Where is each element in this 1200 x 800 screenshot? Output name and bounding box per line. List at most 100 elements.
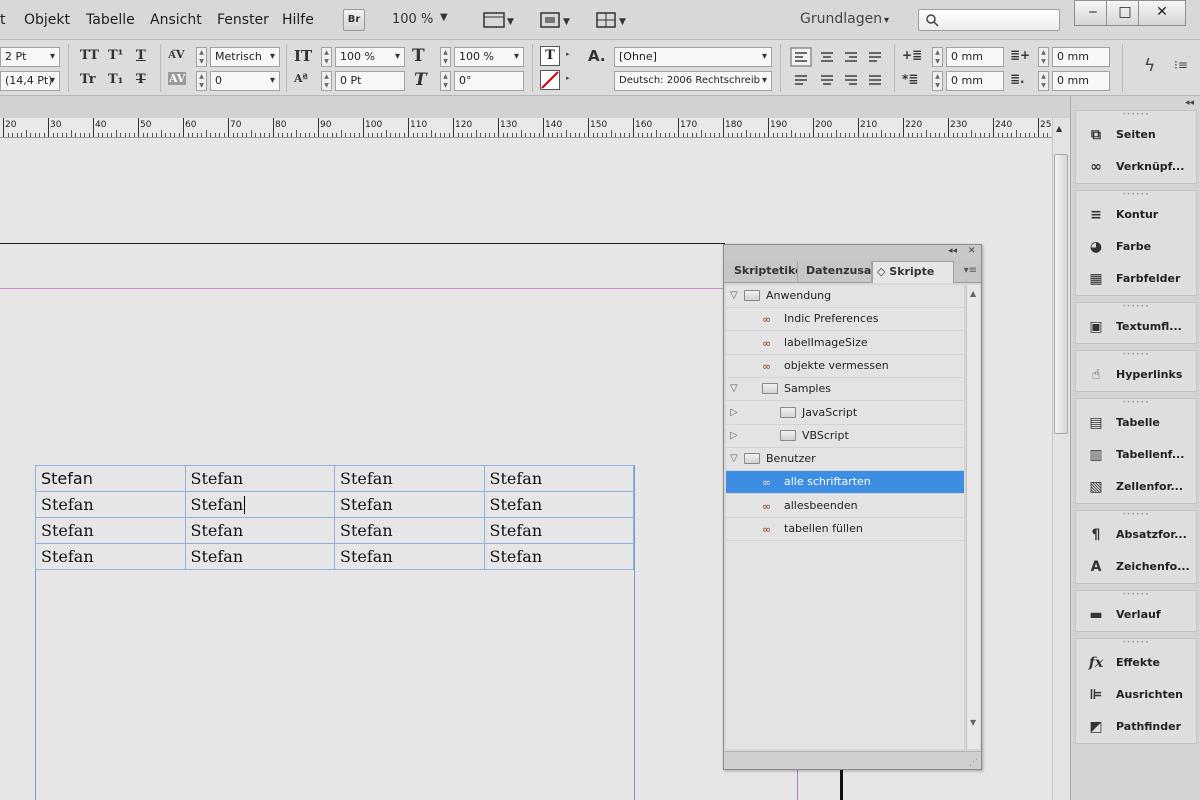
baseline-shift-field[interactable]: 0 Pt xyxy=(335,71,405,91)
menu-item-objekt[interactable]: Objekt xyxy=(24,12,70,28)
script-row[interactable]: ∞ objekte vermessen xyxy=(726,354,964,378)
first-line-indent-field[interactable]: 0 mm xyxy=(946,71,1004,91)
table-row[interactable]: Stefan Stefan Stefan Stefan xyxy=(35,491,634,518)
dock-item-swatches[interactable]: ▦ Farbfelder xyxy=(1076,263,1196,295)
stroke-arrow-icon[interactable]: ▸ xyxy=(566,74,570,82)
scrollbar-thumb[interactable] xyxy=(1054,154,1068,434)
table-cell[interactable]: Stefan xyxy=(483,491,634,518)
folder-row[interactable]: ▽ Benutzer xyxy=(726,448,964,472)
table-cell[interactable]: Stefan xyxy=(184,517,335,544)
script-row[interactable]: ∞ Indic Preferences xyxy=(726,308,964,332)
menu-item-tabelle[interactable]: Tabelle xyxy=(86,12,135,28)
all-caps-icon[interactable]: TT xyxy=(80,48,99,63)
tab-skriptetikett[interactable]: Skriptetiket xyxy=(726,261,798,283)
horizontal-scale-field[interactable]: 100 % xyxy=(454,47,524,67)
resize-grip-icon[interactable]: ⋰ xyxy=(969,758,978,768)
tracking-field[interactable]: 0 xyxy=(210,71,280,91)
dock-item-gradient[interactable]: ▬ Verlauf xyxy=(1076,599,1196,631)
table-cell[interactable]: Stefan xyxy=(483,465,634,492)
table-cell[interactable]: Stefan xyxy=(334,491,485,518)
font-size-field[interactable]: 2 Pt xyxy=(0,47,60,67)
left-indent-stepper[interactable]: ▲ ▼ xyxy=(932,47,943,67)
folder-row[interactable]: ▷ JavaScript xyxy=(726,401,964,425)
small-caps-icon[interactable]: Tr xyxy=(80,72,96,87)
group-grip[interactable]: •••••• xyxy=(1076,191,1196,199)
panel-menu-icon[interactable]: ⁝≡ xyxy=(1174,58,1188,72)
table-cell[interactable]: Stefan xyxy=(184,491,335,518)
table-cell[interactable]: Stefan xyxy=(35,517,186,544)
text-fill-icon[interactable]: T xyxy=(540,46,560,66)
scroll-up-icon[interactable]: ▲ xyxy=(1056,124,1062,133)
baseline-stepper[interactable]: ▲ ▼ xyxy=(321,71,332,91)
table-cell[interactable]: Stefan xyxy=(334,517,485,544)
space-before-field[interactable]: 0 mm xyxy=(1052,47,1110,67)
folder-row[interactable]: ▷ VBScript xyxy=(726,424,964,448)
folder-row[interactable]: ▽ Samples xyxy=(726,378,964,402)
tab-datenzusammenfuehrung[interactable]: Datenzusam xyxy=(798,261,872,283)
arrange-documents-button[interactable]: ▼ xyxy=(594,9,628,31)
group-grip[interactable]: •••••• xyxy=(1076,591,1196,599)
group-grip[interactable]: •••••• xyxy=(1076,511,1196,519)
table-cell[interactable]: Stefan xyxy=(334,465,485,492)
menu-item-partial[interactable]: t xyxy=(0,12,6,28)
search-field[interactable] xyxy=(918,9,1060,31)
horizontal-ruler[interactable]: 20 30 40 50 60 70 80 90 100 110 120 130 140 150 160 170… xyxy=(0,118,1055,138)
leading-field[interactable]: (14,4 Pt) xyxy=(0,71,60,91)
language-dropdown[interactable]: Deutsch: 2006 Rechtschreib xyxy=(614,71,772,91)
table-cell[interactable]: Stefan xyxy=(483,517,634,544)
dock-item-text-wrap[interactable]: ▣ Textumfl... xyxy=(1076,311,1196,343)
table-cell[interactable]: Stefan xyxy=(35,465,186,492)
script-row[interactable]: ∞ tabellen füllen xyxy=(726,518,964,541)
horizontal-scale-stepper[interactable]: ▲ ▼ xyxy=(440,47,451,67)
scripts-panel[interactable]: ◂◂ ✕ Skriptetiket Datenzusam ◇ Skripte ▾… xyxy=(723,244,982,770)
panel-menu-icon[interactable]: ▾≡ xyxy=(964,265,977,276)
dock-item-align[interactable]: ⊫ Ausrichten xyxy=(1076,679,1196,711)
space-before-stepper[interactable]: ▲ ▼ xyxy=(1038,47,1049,67)
fill-arrow-icon[interactable]: ▸ xyxy=(566,50,570,58)
dock-item-table[interactable]: ▤ Tabelle xyxy=(1076,407,1196,439)
scroll-up-icon[interactable]: ▲ xyxy=(970,289,976,298)
subscript-icon[interactable]: T₁ xyxy=(108,72,123,87)
vertical-scrollbar[interactable]: ▲ xyxy=(1052,118,1070,800)
dock-item-table-styles[interactable]: ▥ Tabellenf... xyxy=(1076,439,1196,471)
table-cell[interactable]: Stefan xyxy=(334,543,485,570)
document-table[interactable]: Stefan Stefan Stefan Stefan Stefan Stefan Stef… xyxy=(35,465,634,570)
script-row[interactable]: ∞ labelImageSize xyxy=(726,331,964,355)
vertical-scale-stepper[interactable]: ▲ ▼ xyxy=(321,47,332,67)
tracking-stepper[interactable]: ▲ ▼ xyxy=(196,71,207,91)
panel-title-bar[interactable]: ◂◂ ✕ xyxy=(724,245,981,259)
dock-item-pages[interactable]: ⧉ Seiten xyxy=(1076,119,1196,151)
folder-row[interactable]: ▽ Anwendung xyxy=(726,285,964,308)
collapsed-triangle-icon[interactable]: ▷ xyxy=(730,407,738,418)
space-after-field[interactable]: 0 mm xyxy=(1052,71,1110,91)
expanded-triangle-icon[interactable]: ▽ xyxy=(730,383,738,394)
close-panel-icon[interactable]: ✕ xyxy=(968,246,976,256)
dock-item-cell-styles[interactable]: ▧ Zellenfor... xyxy=(1076,471,1196,503)
strikethrough-icon[interactable]: T xyxy=(136,72,146,87)
expand-dock-icon[interactable]: ◂◂ xyxy=(1185,98,1194,108)
expanded-triangle-icon[interactable]: ▽ xyxy=(730,453,738,464)
quick-apply-icon[interactable]: ϟ xyxy=(1144,56,1155,76)
screen-mode-button[interactable]: ▼ xyxy=(538,9,572,31)
zoom-level[interactable]: 100 % xyxy=(392,12,433,27)
underline-icon[interactable]: T xyxy=(136,48,146,63)
dock-item-pathfinder[interactable]: ◩ Pathfinder xyxy=(1076,711,1196,743)
table-cell[interactable]: Stefan xyxy=(184,543,335,570)
script-row[interactable]: ∞ allesbeenden xyxy=(726,494,964,518)
workspace-dropdown-icon[interactable]: ▾ xyxy=(884,15,889,26)
dock-item-paragraph-styles[interactable]: ¶ Absatzfor... xyxy=(1076,519,1196,551)
superscript-icon[interactable]: T¹ xyxy=(108,48,123,63)
zoom-dropdown-icon[interactable]: ▼ xyxy=(440,12,448,23)
workspace-switcher[interactable]: Grundlagen xyxy=(800,11,882,27)
table-cell[interactable]: Stefan xyxy=(483,543,634,570)
text-stroke-icon[interactable] xyxy=(540,70,560,90)
dock-item-links[interactable]: ∞ Verknüpf... xyxy=(1076,151,1196,183)
table-cell[interactable]: Stefan xyxy=(184,465,335,492)
group-grip[interactable]: •••••• xyxy=(1076,639,1196,647)
collapse-panel-icon[interactable]: ◂◂ xyxy=(948,246,957,256)
dock-item-color[interactable]: ◕ Farbe xyxy=(1076,231,1196,263)
skew-field[interactable]: 0° xyxy=(454,71,524,91)
dock-item-character-styles[interactable]: A Zeichenfo... xyxy=(1076,551,1196,583)
table-row[interactable]: Stefan Stefan Stefan Stefan xyxy=(35,543,634,570)
vertical-scale-field[interactable]: 100 % xyxy=(335,47,405,67)
